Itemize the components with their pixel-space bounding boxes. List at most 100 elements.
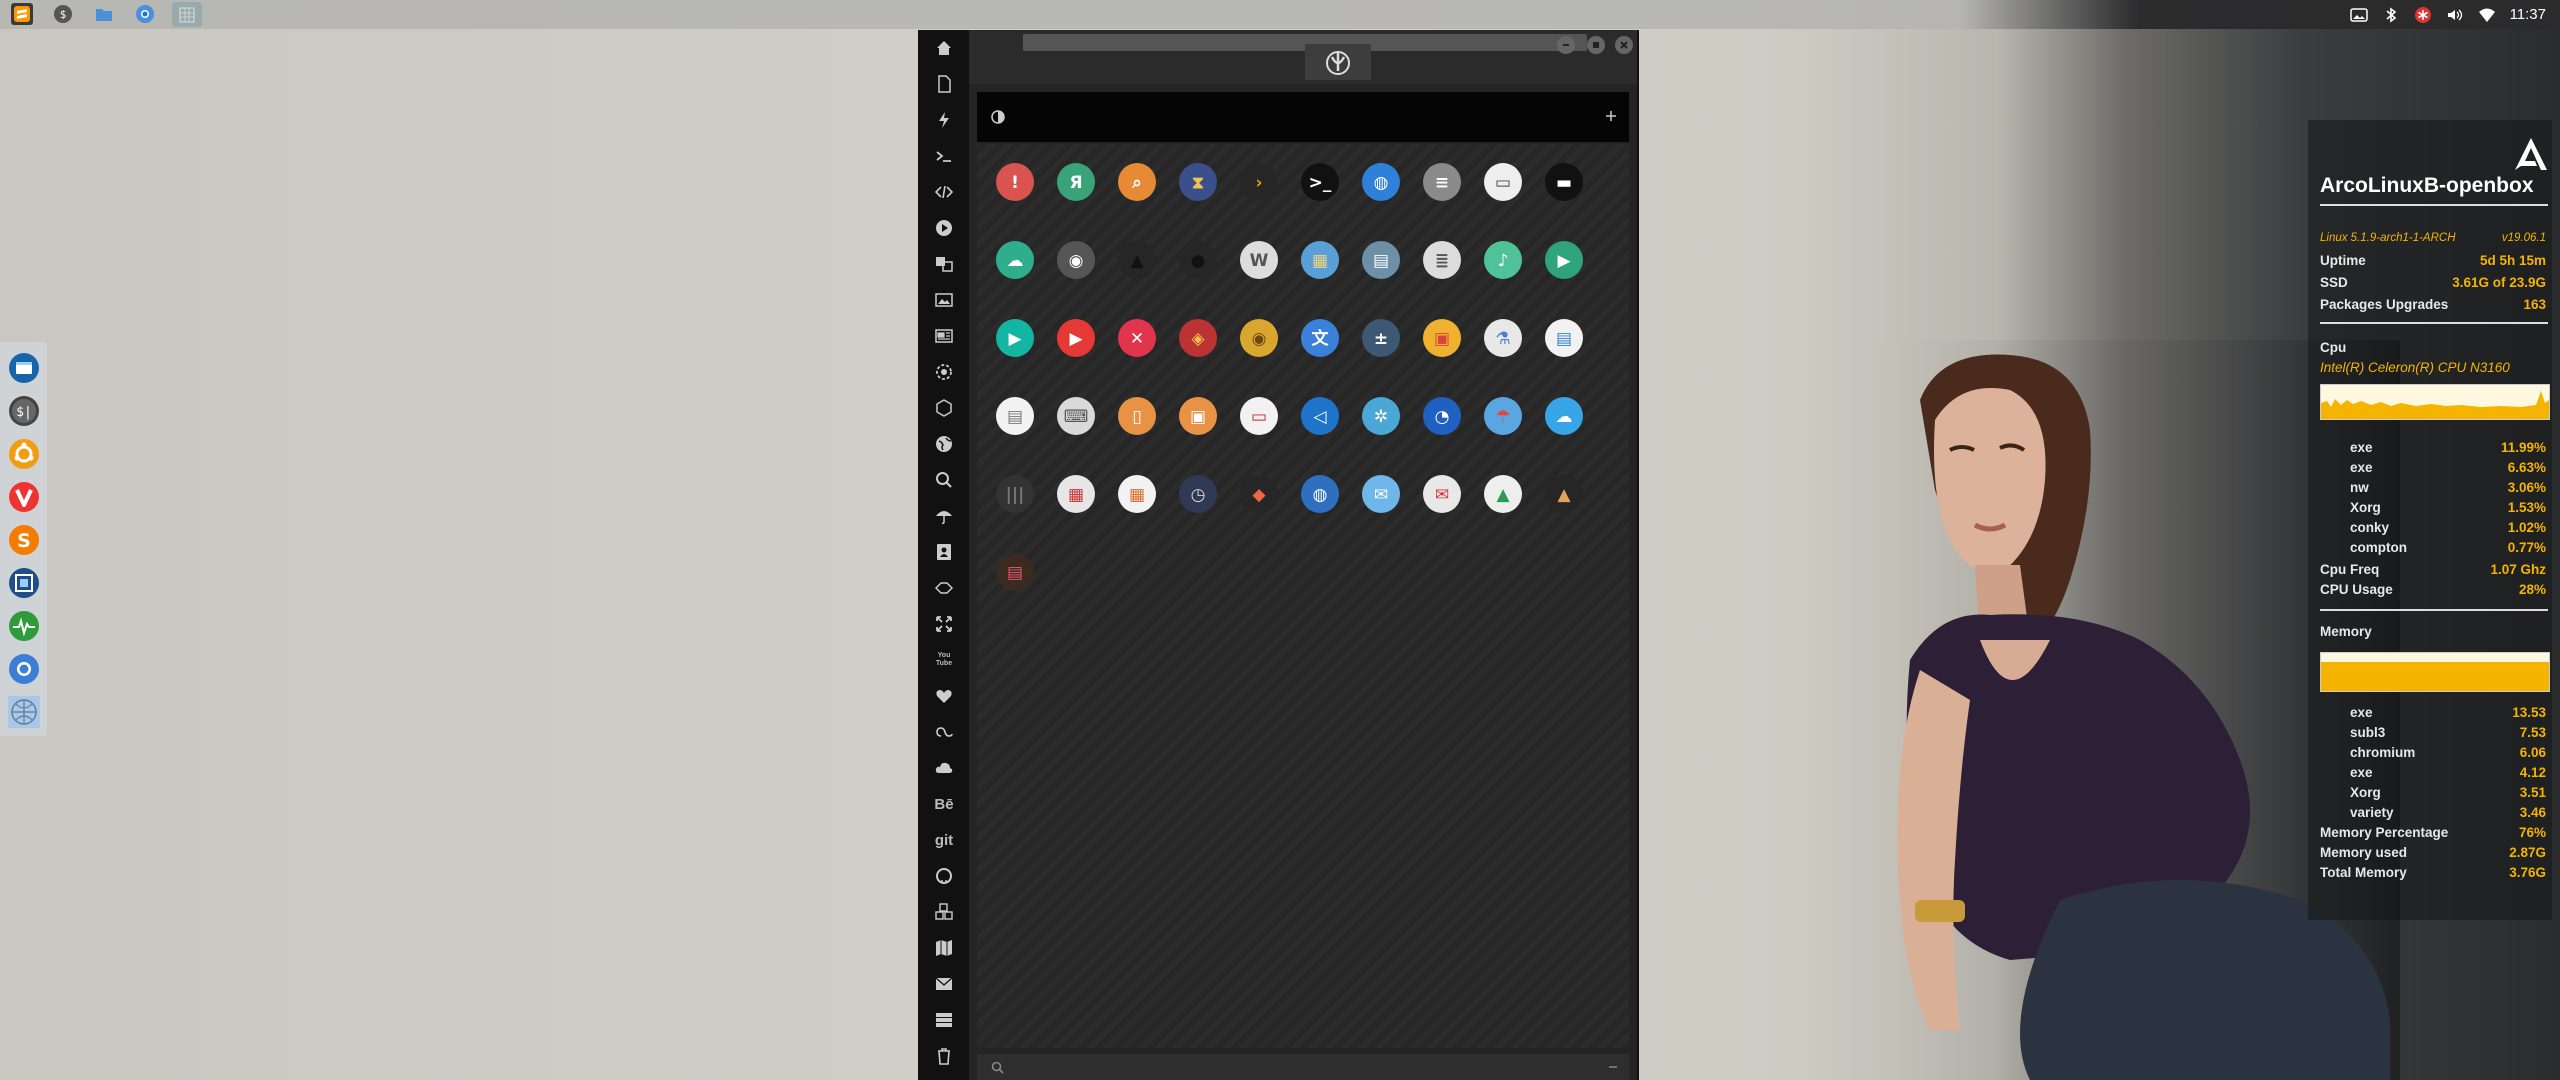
screenshot-icon[interactable] xyxy=(8,567,40,599)
sublime-icon[interactable]: S xyxy=(8,524,40,556)
server-icon[interactable] xyxy=(932,1008,956,1032)
network-icon[interactable] xyxy=(8,696,40,728)
maps-icon[interactable]: ▦ xyxy=(1300,240,1340,280)
c3po-icon[interactable]: ◉ xyxy=(1239,318,1279,358)
plex-icon[interactable]: › xyxy=(1239,162,1279,202)
sheet-icon[interactable]: ▤ xyxy=(1544,318,1584,358)
heart-icon[interactable] xyxy=(932,684,956,708)
rebel-logo-icon[interactable] xyxy=(1305,44,1371,80)
ironman-icon[interactable]: ◈ xyxy=(1178,318,1218,358)
play-icon[interactable]: ▶ xyxy=(995,318,1035,358)
expand-icon[interactable] xyxy=(932,612,956,636)
startrek-icon[interactable]: ▲ xyxy=(1117,240,1157,280)
clock-icon[interactable]: ◷ xyxy=(1178,474,1218,514)
search-icon[interactable] xyxy=(932,468,956,492)
calendar-icon[interactable]: ▦ xyxy=(1056,474,1096,514)
translate-icon[interactable]: 文 xyxy=(1300,318,1340,358)
presentation-icon[interactable]: ▭ xyxy=(1239,396,1279,436)
spider-icon[interactable]: ✲ xyxy=(1361,396,1401,436)
document-icon[interactable] xyxy=(932,72,956,96)
home-icon[interactable] xyxy=(932,36,956,60)
video-icon[interactable]: ▶ xyxy=(1544,240,1584,280)
hourglass-icon[interactable]: ⧗ xyxy=(1178,162,1218,202)
news-icon[interactable] xyxy=(932,324,956,348)
asterisk-icon[interactable] xyxy=(2414,6,2432,24)
code-icon[interactable] xyxy=(932,180,956,204)
deathstar-icon[interactable]: ● xyxy=(1178,240,1218,280)
settings-icon[interactable] xyxy=(932,360,956,384)
gmail-icon[interactable]: ✉ xyxy=(1422,474,1462,514)
umbrella-icon[interactable] xyxy=(932,504,956,528)
behance-icon[interactable]: Bē xyxy=(932,792,956,816)
chromium-icon[interactable] xyxy=(134,3,156,25)
chromium-icon[interactable] xyxy=(8,653,40,685)
calculator-icon[interactable]: ± xyxy=(1361,318,1401,358)
minus-icon[interactable] xyxy=(1609,1065,1617,1069)
photos-icon[interactable]: ▣ xyxy=(1422,318,1462,358)
image-icon[interactable]: ▣ xyxy=(1178,396,1218,436)
terminal-icon[interactable] xyxy=(932,144,956,168)
youtube-icon[interactable]: ▶ xyxy=(1056,318,1096,358)
equalizer-icon[interactable]: ||| xyxy=(995,474,1035,514)
lab-icon[interactable]: ⚗ xyxy=(1483,318,1523,358)
workspace-icon[interactable] xyxy=(172,2,202,27)
github-icon[interactable]: ◉ xyxy=(1056,240,1096,280)
trash-icon[interactable] xyxy=(932,1044,956,1068)
pyramid-icon[interactable]: ▲ xyxy=(1544,474,1584,514)
cpu-icon[interactable]: ◔ xyxy=(1422,396,1462,436)
mail-icon[interactable] xyxy=(932,972,956,996)
umbrella-icon[interactable]: ☂ xyxy=(1483,396,1523,436)
clock[interactable]: 11:37 xyxy=(2510,6,2546,23)
text-icon[interactable]: ▤ xyxy=(995,396,1035,436)
cloud-icon[interactable] xyxy=(932,756,956,780)
lastfm-icon[interactable] xyxy=(932,720,956,744)
contrast-icon[interactable] xyxy=(991,110,1005,124)
ubuntu-icon[interactable] xyxy=(8,438,40,470)
translate-icon[interactable] xyxy=(932,252,956,276)
keyboard-icon[interactable]: ⌨ xyxy=(1056,396,1096,436)
vscode-icon[interactable]: ◁ xyxy=(1300,396,1340,436)
file-manager-icon[interactable] xyxy=(93,3,115,25)
archive-icon[interactable]: ▤ xyxy=(1361,240,1401,280)
file-manager-icon[interactable] xyxy=(8,352,40,384)
image-icon[interactable] xyxy=(932,288,956,312)
globe-icon[interactable] xyxy=(932,432,956,456)
terminal-icon[interactable]: $| xyxy=(8,395,40,427)
sublime-text-icon[interactable] xyxy=(11,3,33,25)
cubes-icon[interactable] xyxy=(932,900,956,924)
youtube-icon[interactable]: You Tube xyxy=(932,648,956,672)
system-monitor-icon[interactable] xyxy=(8,610,40,642)
volume-icon[interactable] xyxy=(2446,6,2464,24)
contact-icon[interactable] xyxy=(932,540,956,564)
vivaldi-icon[interactable] xyxy=(8,481,40,513)
browser-icon[interactable]: ◍ xyxy=(1361,162,1401,202)
drive-icon[interactable]: ▲ xyxy=(1483,474,1523,514)
wifi-icon[interactable] xyxy=(2478,6,2496,24)
search-icon[interactable]: ⌕ xyxy=(1117,162,1157,202)
radio-icon[interactable]: ▤ xyxy=(995,552,1035,592)
git-icon[interactable]: git xyxy=(932,828,956,852)
diamond-icon[interactable]: ◆ xyxy=(1239,474,1279,514)
bolt-icon[interactable] xyxy=(932,108,956,132)
warning-icon[interactable]: ! xyxy=(995,162,1035,202)
dollar-terminal-icon[interactable]: $ xyxy=(52,3,74,25)
bluetooth-icon[interactable] xyxy=(2382,6,2400,24)
vpn-icon[interactable]: ☁ xyxy=(995,240,1035,280)
notes-icon[interactable]: ≣ xyxy=(1422,240,1462,280)
github-icon[interactable] xyxy=(932,864,956,888)
window-icon[interactable]: ▭ xyxy=(1483,162,1523,202)
close-icon[interactable]: ✕ xyxy=(1117,318,1157,358)
globe-icon[interactable]: ◍ xyxy=(1300,474,1340,514)
cash-icon[interactable]: ▬ xyxy=(1544,162,1584,202)
add-icon[interactable] xyxy=(1605,110,1617,122)
document-icon[interactable]: ▯ xyxy=(1117,396,1157,436)
maximize-button[interactable] xyxy=(1587,36,1605,54)
wikipedia-icon[interactable]: W xyxy=(1239,240,1279,280)
music-icon[interactable]: ♪ xyxy=(1483,240,1523,280)
play-icon[interactable] xyxy=(932,216,956,240)
search-bar[interactable] xyxy=(977,1054,1629,1080)
close-button[interactable] xyxy=(1615,36,1633,54)
disks-icon[interactable]: ≡ xyxy=(1422,162,1462,202)
tag-icon[interactable] xyxy=(932,576,956,600)
image-icon[interactable] xyxy=(2349,6,2368,24)
